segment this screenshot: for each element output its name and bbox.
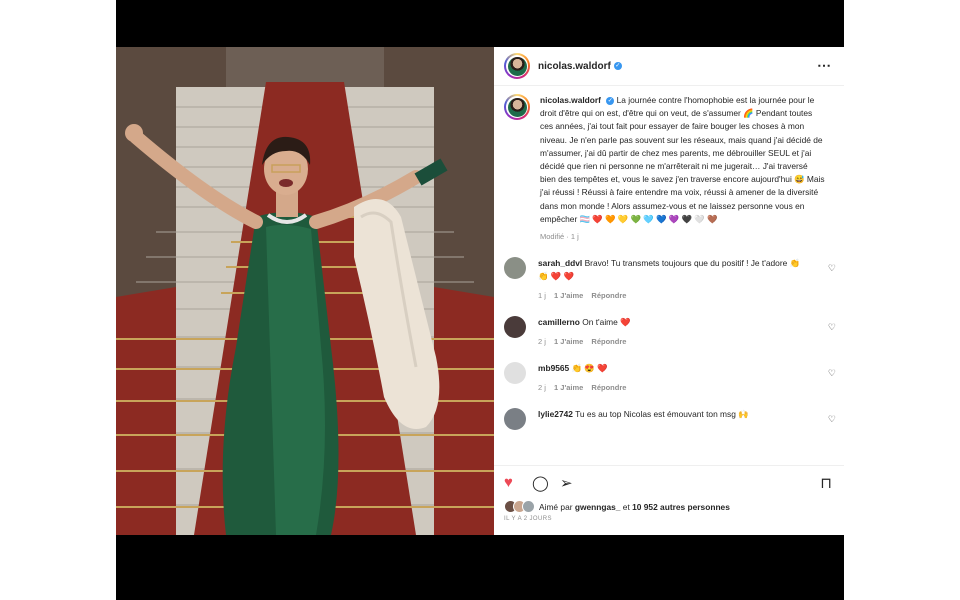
comment-text: Tu es au top Nicolas est émouvant ton ms…	[575, 409, 749, 420]
top-letterbox	[116, 0, 844, 47]
post-photo[interactable]	[116, 47, 494, 535]
caption-username[interactable]: nicolas.waldorf	[540, 95, 601, 105]
reply-button[interactable]: Répondre	[591, 337, 626, 346]
comments-list[interactable]: nicolas.waldorf ✓ La journée contre l'ho…	[494, 94, 844, 456]
action-bar: ♥ ◯ ➢ ⊓	[494, 465, 844, 496]
comment-time[interactable]: 2 j	[538, 337, 546, 346]
reply-button[interactable]: Répondre	[591, 383, 626, 392]
comment-avatar[interactable]	[504, 316, 526, 339]
comment-avatar[interactable]	[504, 408, 526, 431]
caption: nicolas.waldorf ✓ La journée contre l'ho…	[494, 94, 844, 243]
comment-text: 👏 😍 ❤️	[571, 363, 608, 374]
share-icon[interactable]: ➢	[560, 474, 573, 492]
verified-badge-icon: ✓	[613, 62, 622, 70]
liker-avatar	[522, 500, 535, 513]
comment-like-heart-icon[interactable]: ♡	[828, 263, 836, 274]
author-username[interactable]: nicolas.waldorf	[538, 61, 611, 72]
comment-likes[interactable]: 1 J'aime	[554, 383, 583, 392]
comment-text: On t'aime ❤️	[582, 317, 631, 328]
comment-like-heart-icon[interactable]: ♡	[828, 368, 836, 379]
comment-username[interactable]: camillerno	[538, 317, 580, 327]
caption-text: La journée contre l'homophobie est la jo…	[540, 95, 825, 224]
comment-item: camillerno On t'aime ❤️ 2 j 1 J'aime Rép…	[494, 316, 844, 348]
comment-like-heart-icon[interactable]: ♡	[828, 414, 836, 425]
verified-badge-icon: ✓	[606, 96, 615, 105]
comment-item: lylie2742 Tu es au top Nicolas est émouv…	[494, 408, 844, 431]
reply-button[interactable]: Répondre	[591, 291, 626, 300]
caption-avatar[interactable]	[504, 94, 530, 120]
likes-prefix: Aimé par	[539, 501, 573, 512]
caption-meta: Modifié · 1 j	[540, 232, 579, 242]
post-header: nicolas.waldorf ✓ ⋯	[494, 47, 844, 86]
comment-username[interactable]: mb9565	[538, 363, 569, 373]
save-bookmark-icon[interactable]: ⊓	[820, 474, 832, 492]
more-options-icon[interactable]: ⋯	[817, 57, 832, 74]
likes-summary: Aimé par gwenngas_ et 10 952 autres pers…	[504, 500, 730, 513]
comment-username[interactable]: sarah_ddvl	[538, 258, 582, 268]
comment-time[interactable]: 2 j	[538, 383, 546, 392]
comment-item: sarah_ddvl Bravo! Tu transmets toujours …	[494, 257, 844, 302]
likes-count[interactable]: 10 952 autres personnes	[632, 502, 730, 512]
comment-likes[interactable]: 1 J'aime	[554, 337, 583, 346]
post-panel: nicolas.waldorf ✓ ⋯ nicolas.waldorf ✓ La…	[494, 47, 844, 535]
comment-avatar[interactable]	[504, 257, 526, 280]
bottom-letterbox	[116, 535, 844, 600]
liker-username[interactable]: gwenngas_	[575, 502, 621, 512]
comment-like-heart-icon[interactable]: ♡	[828, 322, 836, 333]
comment-icon[interactable]: ◯	[532, 474, 549, 492]
comment-likes[interactable]: 1 J'aime	[554, 291, 583, 300]
like-heart-icon[interactable]: ♥	[504, 474, 513, 491]
author-avatar[interactable]	[504, 53, 530, 79]
comment-username[interactable]: lylie2742	[538, 409, 573, 419]
post-photo-illustration	[116, 47, 494, 535]
comment-time[interactable]: 1 j	[538, 291, 546, 300]
comment-item: mb9565 👏 😍 ❤️ 2 j 1 J'aime Répondre ♡	[494, 362, 844, 394]
likes-middle: et	[622, 501, 630, 512]
post-date[interactable]: IL Y A 2 JOURS	[504, 516, 552, 522]
edited-label: Modifié	[540, 232, 565, 242]
caption-time[interactable]: 1 j	[571, 232, 579, 241]
comment-avatar[interactable]	[504, 362, 526, 385]
